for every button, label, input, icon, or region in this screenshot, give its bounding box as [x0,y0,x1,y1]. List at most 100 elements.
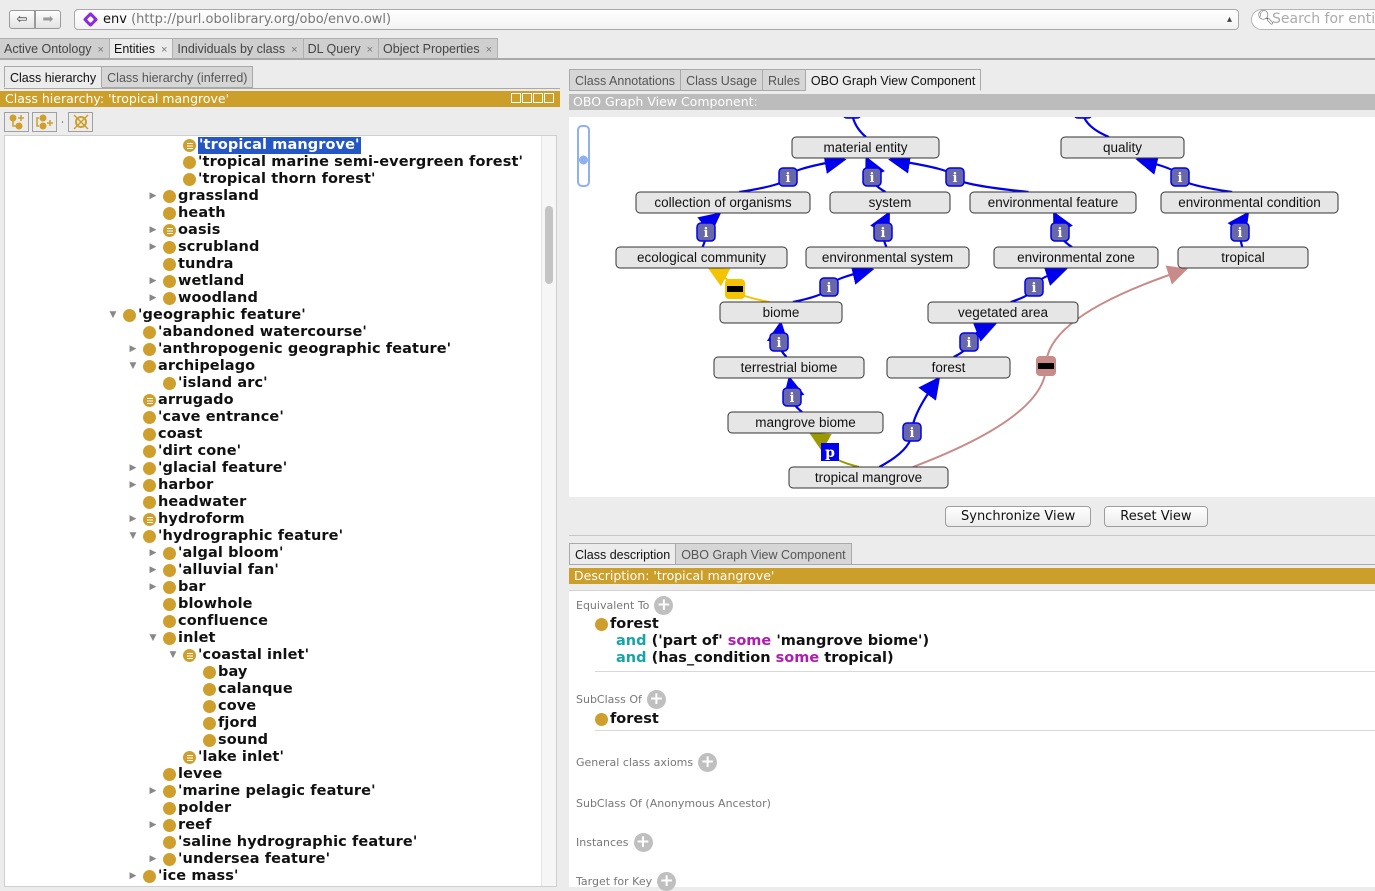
is-a-badge-icon[interactable]: i [1230,222,1250,242]
ontology-selector[interactable]: env (http://purl.obolibrary.org/obo/envo… [74,9,1239,30]
tree-item[interactable]: ▶ woodland [147,290,258,307]
add-key-button[interactable]: + [657,872,677,891]
tab-class-hierarchy[interactable]: Class hierarchy [4,66,103,88]
expand-arrow-icon[interactable]: ▶ [147,188,159,205]
entity-search-input[interactable]: 🔍︎ Search for entit [1251,9,1375,30]
graph-node[interactable]: material entity [791,136,940,159]
add-sibling-button[interactable] [32,112,57,132]
is-a-badge-icon[interactable]: i [1170,167,1190,187]
tab-class-usage[interactable]: Class Usage [681,69,763,91]
tree-item[interactable]: heath [147,205,226,222]
tree-item[interactable]: tundra [147,256,234,273]
close-tab-icon[interactable]: × [486,44,492,56]
tab-individuals-by-class[interactable]: Individuals by class × [173,38,304,59]
expand-arrow-icon[interactable]: ▶ [127,477,139,494]
synchronize-view-button[interactable]: Synchronize View [945,506,1092,527]
expand-arrow-icon[interactable]: ▶ [127,511,139,528]
tree-item[interactable]: ▶ hydroform [127,511,245,528]
expand-arrow-icon[interactable]: ▶ [147,783,159,800]
add-instance-button[interactable]: + [633,833,653,852]
is-a-badge-icon[interactable]: i [782,387,802,407]
tree-item[interactable]: ▶ 'undersea feature' [147,851,330,868]
tree-item[interactable]: levee [147,766,222,783]
tree-item[interactable]: ▼ archipelago [127,358,255,375]
tab-class-description[interactable]: Class description [569,543,677,565]
is-a-badge-icon[interactable]: i [769,332,789,352]
is-a-badge-icon[interactable] [1074,117,1092,119]
tree-item[interactable]: headwater [127,494,246,511]
graph-node[interactable]: tropical mangrove [788,466,949,489]
is-a-badge-icon[interactable]: i [862,167,882,187]
is-a-badge-icon[interactable]: i [873,222,893,242]
tree-item[interactable]: confluence [147,613,268,630]
tree-item[interactable]: 'tropical marine semi-evergreen forest' [167,154,523,171]
tab-object-properties[interactable]: Object Properties × [379,38,499,59]
tree-scrollbar-thumb[interactable] [545,206,553,284]
expand-arrow-icon[interactable]: ▶ [147,222,159,239]
tree-item[interactable]: sound [187,732,268,749]
split-view-icon[interactable] [511,93,521,103]
graph-node[interactable]: tropical [1177,246,1309,269]
is-a-badge-icon[interactable] [843,117,861,119]
part-of-badge-icon[interactable]: p [821,443,839,461]
is-a-badge-icon[interactable]: i [696,222,716,242]
collapse-arrow-icon[interactable]: ▼ [127,528,139,545]
tree-item[interactable]: 'abandoned watercourse' [127,324,367,341]
tab-entities[interactable]: Entities × [109,38,174,59]
tree-item[interactable]: ▶ wetland [147,273,244,290]
tree-item[interactable]: 'dirt cone' [127,443,241,460]
graph-edge-is-a[interactable] [1082,117,1110,139]
tree-item[interactable]: ▶ reef [147,817,212,834]
expand-arrow-icon[interactable]: ▶ [147,851,159,868]
tree-item[interactable]: polder [147,800,231,817]
reset-view-button[interactable]: Reset View [1104,506,1208,527]
expand-arrow-icon[interactable]: ▶ [147,273,159,290]
expand-arrow-icon[interactable]: ▶ [127,868,139,885]
graph-node[interactable]: terrestrial biome [713,356,865,379]
tree-item[interactable]: ▼ 'hydrographic feature' [127,528,343,545]
equivalent-axiom[interactable]: forest [595,616,659,632]
is-a-badge-icon[interactable]: i [945,167,965,187]
tree-item[interactable]: ▶ 'glacial feature' [127,460,287,477]
is-a-badge-icon[interactable]: i [778,167,798,187]
tab-obo-graph-view-component[interactable]: OBO Graph View Component [805,69,982,91]
tree-item[interactable]: 'tropical thorn forest' [167,171,376,188]
tree-item[interactable]: ▶ 'marine pelagic feature' [147,783,376,800]
graph-node[interactable]: biome [719,301,843,324]
tree-item[interactable]: ▶ harbor [127,477,213,494]
close-tab-icon[interactable]: × [161,44,167,56]
tree-item[interactable]: 'cave entrance' [127,409,284,426]
tree-item[interactable]: ▶ scrubland [147,239,259,256]
expand-arrow-icon[interactable]: ▶ [127,460,139,477]
graph-edge-is-a[interactable] [851,117,867,138]
graph-node[interactable]: quality [1060,136,1185,159]
graph-node[interactable]: ecological community [615,246,788,269]
zoom-slider-thumb[interactable] [579,155,588,165]
tree-item[interactable]: ▼ inlet [147,630,216,647]
forward-button[interactable]: ➡ [35,10,61,29]
tab-active-ontology[interactable]: Active Ontology × [0,38,110,59]
tree-item[interactable]: ▶ oasis [147,222,220,239]
graph-node[interactable]: system [829,191,951,214]
tree-item[interactable]: cove [187,698,256,715]
tree-item[interactable]: ▼ 'coastal inlet' [167,647,309,664]
graph-node[interactable]: environmental zone [993,246,1159,269]
tree-item[interactable]: 'tropical mangrove' [167,137,361,154]
close-tab-icon[interactable]: × [98,44,104,56]
is-a-badge-icon[interactable]: i [819,277,839,297]
tree-item[interactable]: ▼ 'geographic feature' [107,307,306,324]
class-hierarchy-tree[interactable]: 'tropical mangrove''tropical marine semi… [4,135,557,887]
tree-item[interactable]: ▶ 'anthropogenic geographic feature' [127,341,451,358]
expand-arrow-icon[interactable]: ▶ [147,290,159,307]
graph-node[interactable]: collection of organisms [635,191,811,214]
add-equivalent-button[interactable]: + [654,596,674,615]
expand-arrow-icon[interactable]: ▶ [147,545,159,562]
tree-item[interactable]: arrugado [127,392,234,409]
close-tab-icon[interactable]: × [367,44,373,56]
expand-arrow-icon[interactable]: ▶ [147,579,159,596]
expand-arrow-icon[interactable]: ▶ [147,562,159,579]
tree-item[interactable]: 'lake inlet' [167,749,284,766]
float-view-icon[interactable] [522,93,532,103]
relation-badge-icon[interactable] [725,279,745,299]
is-a-badge-icon[interactable]: i [902,422,922,442]
